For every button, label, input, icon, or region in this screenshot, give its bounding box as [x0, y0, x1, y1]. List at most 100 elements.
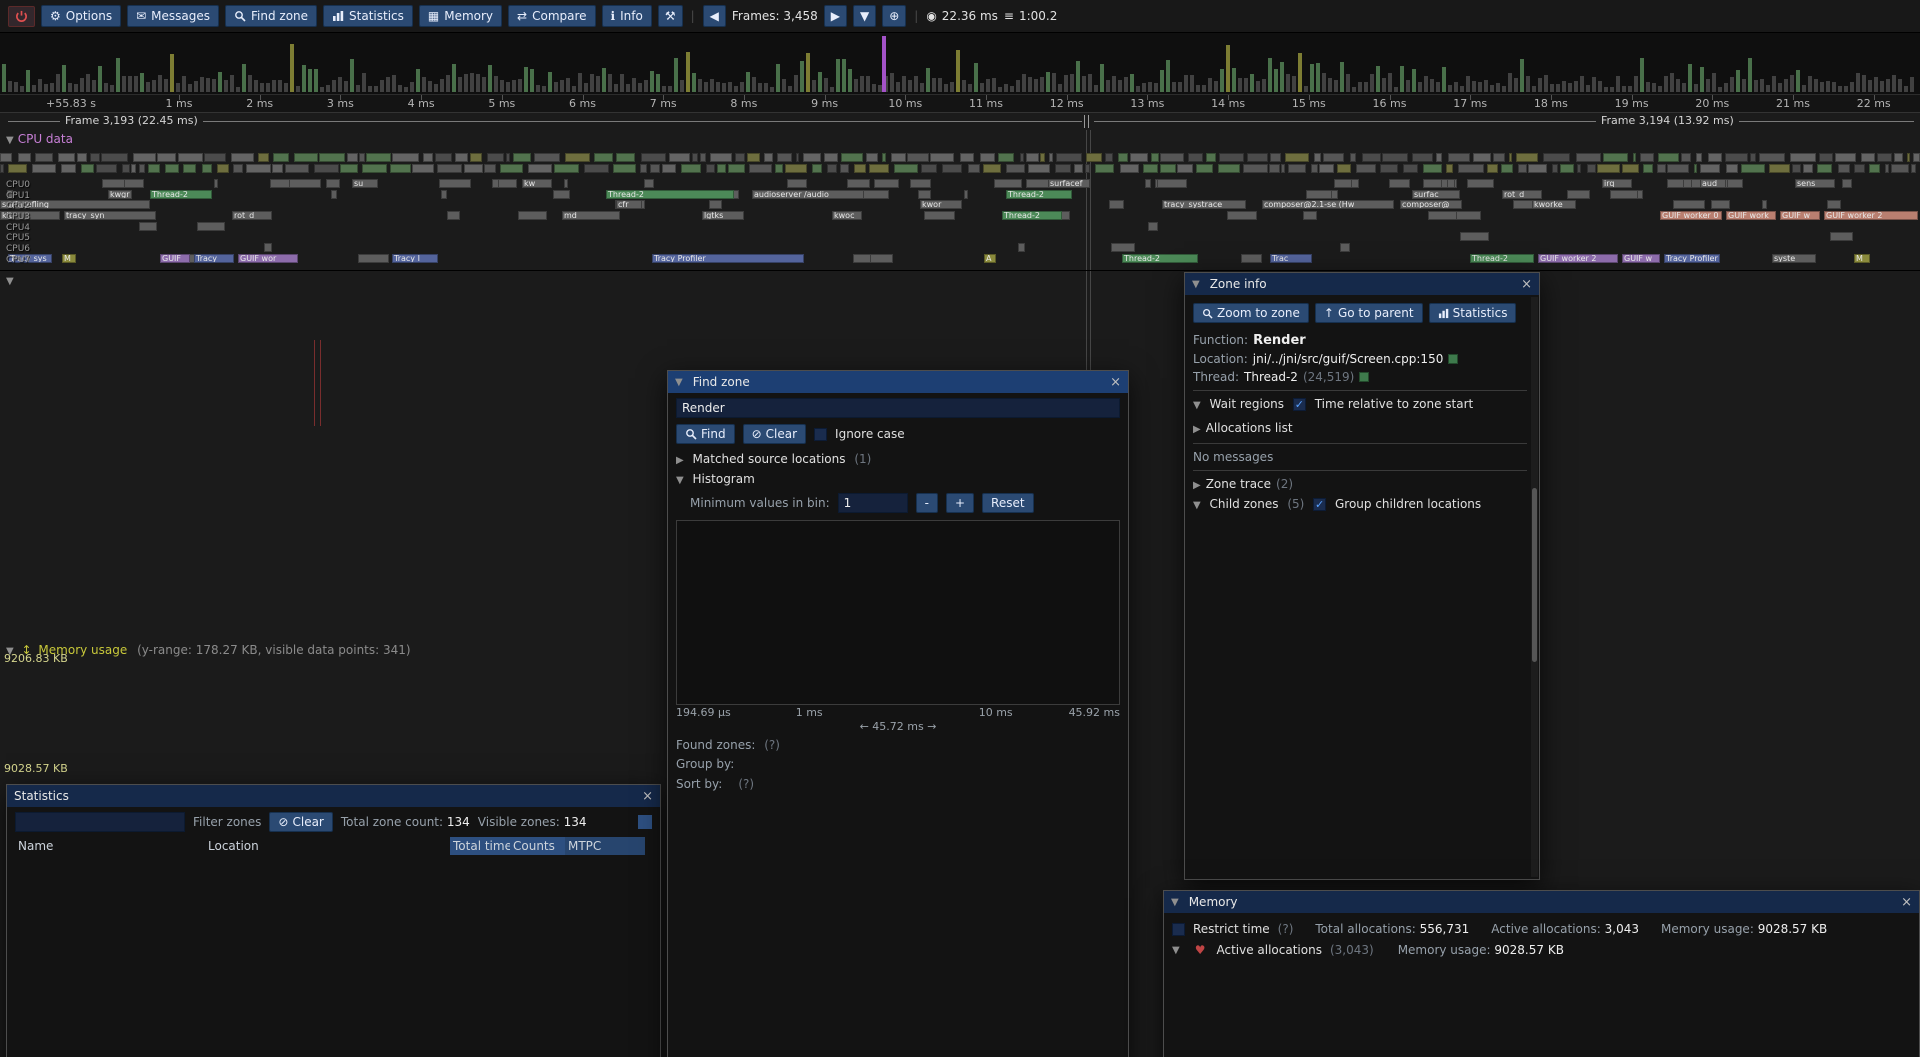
cpu-usage-segment[interactable] [273, 153, 290, 162]
frame-bar[interactable] [26, 70, 30, 92]
frame-bar[interactable] [1208, 78, 1212, 92]
frame-bar[interactable] [1346, 74, 1350, 92]
frame-bar[interactable] [800, 61, 804, 92]
frame-bar[interactable] [278, 80, 282, 92]
cpu-segment[interactable]: Thread-2 [1122, 254, 1198, 263]
frame-bar[interactable] [1130, 74, 1134, 92]
cpu-usage-segment[interactable] [1700, 164, 1720, 173]
child-zones-header[interactable]: ▼ Child zones (5) ✓ Group children locat… [1193, 495, 1527, 515]
frame-bar[interactable] [866, 76, 870, 92]
cpu-usage-segment[interactable] [1869, 164, 1880, 173]
cpu-segment[interactable] [1109, 200, 1124, 209]
frame-bar[interactable] [1820, 82, 1824, 92]
frame-bar[interactable] [308, 69, 312, 92]
frame-bar[interactable] [566, 78, 570, 92]
find-button[interactable]: Find [676, 424, 735, 444]
frame-bar[interactable] [1070, 74, 1074, 92]
cpu-usage-segment[interactable] [513, 153, 531, 162]
frame-bar[interactable] [1226, 45, 1230, 92]
memory-window-titlebar[interactable]: ▼ Memory × [1164, 891, 1919, 913]
cpu-usage-segment[interactable] [866, 153, 878, 162]
cpu-usage-segment[interactable] [565, 153, 591, 162]
frame-bar[interactable] [1640, 58, 1644, 92]
cpu-usage-segment[interactable] [435, 153, 452, 162]
frame-overview-strip[interactable] [0, 33, 1920, 95]
frame-bar[interactable] [1910, 77, 1914, 92]
frame-bar[interactable] [1676, 79, 1680, 92]
cpu-segment[interactable]: composer@ [1400, 200, 1462, 209]
frame-bar[interactable] [1250, 74, 1254, 92]
frame-bar[interactable] [890, 73, 894, 92]
cpu-usage-segment[interactable] [1362, 153, 1381, 162]
filter-zones-input[interactable] [15, 812, 185, 832]
frame-bar[interactable] [1016, 80, 1020, 92]
cpu-usage-segment[interactable] [1218, 164, 1240, 173]
frame-bar[interactable] [1328, 78, 1332, 92]
compare-button[interactable]: ⇄Compare [508, 5, 596, 27]
frame-bar[interactable] [614, 84, 618, 92]
cpu-usage-segment[interactable] [1640, 153, 1654, 162]
frame-bar[interactable] [122, 76, 126, 92]
frame-bar[interactable] [956, 50, 960, 92]
frame-bar[interactable] [248, 75, 252, 92]
cpu-segment[interactable] [1453, 211, 1482, 220]
frame-bar[interactable] [1142, 83, 1146, 92]
cpu-usage-segment[interactable] [1696, 153, 1702, 162]
frame-bar[interactable] [1670, 73, 1674, 92]
cpu-segment[interactable]: su [352, 179, 378, 188]
frame-bar[interactable] [320, 87, 324, 92]
frame-bar[interactable] [1778, 83, 1782, 92]
zone-trace-row[interactable]: ▶Zone trace(2) [1193, 475, 1527, 495]
frame-bar[interactable] [584, 83, 588, 92]
cpu-data-section-header[interactable]: ▼CPU data [6, 132, 73, 146]
frame-bar[interactable] [1238, 78, 1242, 92]
cpu-usage-segment[interactable] [613, 164, 635, 173]
cpu-usage-segment[interactable] [1894, 153, 1904, 162]
tools-button[interactable]: ⚒ [658, 5, 683, 27]
frame-bar[interactable] [1886, 79, 1890, 92]
frame-bar[interactable] [1382, 78, 1386, 92]
cpu-usage-segment[interactable] [1314, 153, 1322, 162]
frame-bar[interactable] [164, 79, 168, 92]
cpu-usage-segment[interactable] [980, 153, 995, 162]
frame-bar[interactable] [440, 79, 444, 92]
cpu-usage-segment[interactable] [1518, 164, 1526, 173]
frame-bar[interactable] [470, 73, 474, 92]
cpu-segment[interactable] [1762, 200, 1767, 209]
frame-bar[interactable] [1826, 81, 1830, 92]
frame-bar[interactable] [848, 69, 852, 92]
frame-bar[interactable] [962, 80, 966, 92]
frame-bar[interactable] [518, 79, 522, 92]
cpu-segment[interactable]: kwgr [108, 190, 132, 199]
frame-bar[interactable] [1490, 85, 1494, 92]
cpu-segment[interactable]: Thread-2 [1470, 254, 1534, 263]
frame-bar[interactable] [1352, 87, 1356, 92]
cpu-usage-segment[interactable] [1633, 153, 1636, 162]
frame-bar[interactable] [1202, 85, 1206, 92]
cpu-usage-segment[interactable] [1270, 153, 1281, 162]
frame-bar[interactable] [386, 77, 390, 92]
frame-bar[interactable] [260, 83, 264, 92]
frame-bar[interactable] [1868, 80, 1872, 92]
cpu-segment[interactable]: composer@2.1-se (Hw [1262, 200, 1394, 209]
cpu-usage-segment[interactable] [1576, 153, 1601, 162]
cpu-segment[interactable]: aud [1700, 179, 1726, 188]
cpu-usage-segment[interactable] [1493, 153, 1505, 162]
cpu-usage-segment[interactable] [1085, 164, 1090, 173]
memory-usage-section-header[interactable]: ▼ ↕ Memory usage (y-range: 178.27 KB, vi… [6, 643, 411, 657]
frame-bar[interactable] [686, 52, 690, 92]
frame-bar[interactable] [1280, 62, 1284, 92]
cpu-segment[interactable]: Tracy I [392, 254, 438, 263]
cpu-usage-segment[interactable] [891, 153, 906, 162]
frame-bar[interactable] [968, 84, 972, 92]
memory-button[interactable]: ▦Memory [419, 5, 502, 27]
close-icon[interactable]: × [1521, 277, 1532, 292]
next-frame-button[interactable]: ▶ [824, 5, 847, 27]
zone-info-window-titlebar[interactable]: ▼ Zone info × [1185, 273, 1539, 295]
cpu-usage-segment[interactable] [796, 153, 800, 162]
frame-bar[interactable] [1760, 79, 1764, 92]
frame-bar[interactable] [44, 84, 48, 92]
cpu-usage-segment[interactable] [1487, 164, 1498, 173]
cpu-usage-segment[interactable] [258, 153, 269, 162]
frame-bar[interactable] [1178, 82, 1182, 92]
